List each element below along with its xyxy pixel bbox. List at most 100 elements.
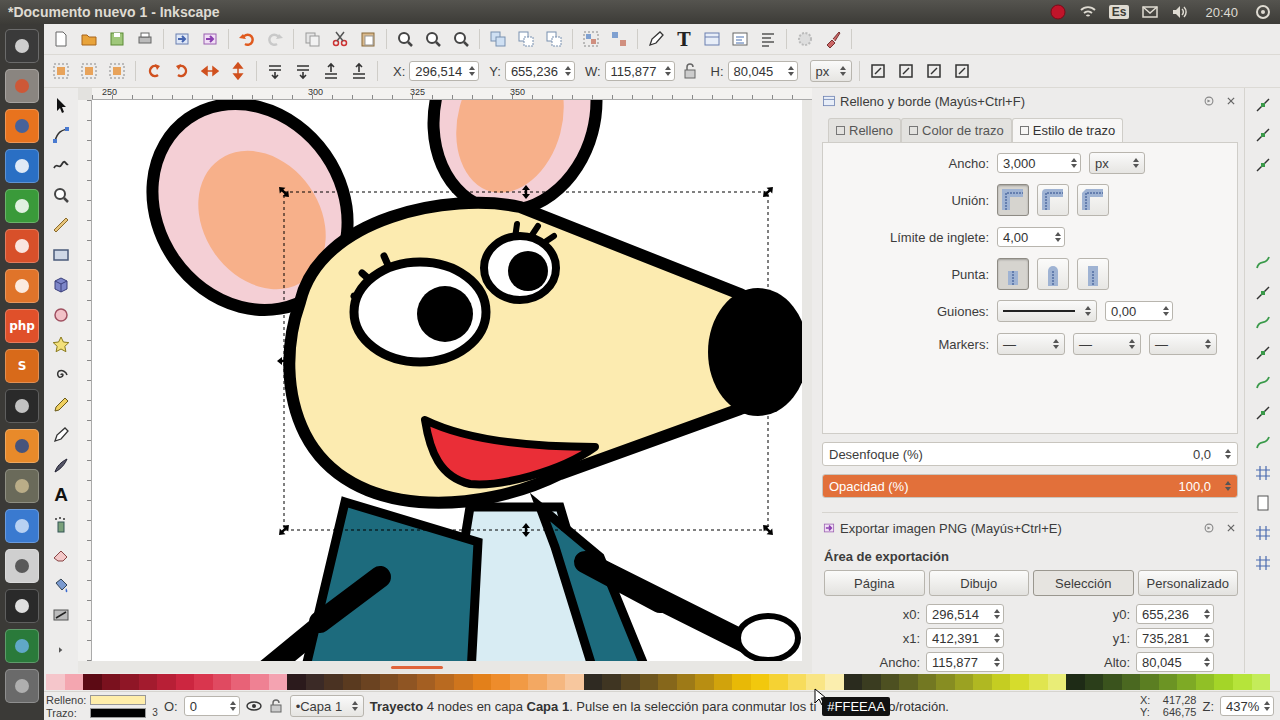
spin-up-icon[interactable] bbox=[665, 66, 671, 70]
color-swatch[interactable] bbox=[157, 674, 176, 690]
join-button[interactable] bbox=[1037, 184, 1069, 216]
spin-up-icon[interactable] bbox=[1204, 633, 1210, 637]
flipv-icon[interactable] bbox=[229, 62, 247, 80]
launcher-item[interactable] bbox=[0, 186, 44, 226]
dash-select[interactable] bbox=[997, 300, 1097, 322]
spin-up-icon[interactable] bbox=[1225, 449, 1231, 453]
zoom-icon[interactable] bbox=[396, 30, 414, 48]
snap-icon[interactable] bbox=[1254, 156, 1272, 174]
dup-icon[interactable] bbox=[489, 30, 507, 48]
marker-select[interactable]: — bbox=[997, 333, 1065, 355]
color-swatch[interactable] bbox=[250, 674, 269, 690]
export-coordinate-field[interactable]: 80,045 bbox=[1136, 652, 1214, 672]
spin-down-icon[interactable] bbox=[994, 663, 1000, 667]
color-swatch[interactable] bbox=[806, 674, 825, 690]
scale-icon[interactable] bbox=[925, 62, 943, 80]
panel-icon[interactable] bbox=[822, 94, 836, 108]
close-icon[interactable] bbox=[1224, 521, 1238, 535]
color-swatch[interactable] bbox=[547, 674, 566, 690]
color-swatch[interactable] bbox=[602, 674, 621, 690]
color-swatch[interactable] bbox=[732, 674, 751, 690]
opacity-slider[interactable]: Opacidad (%)100,0 bbox=[822, 474, 1238, 498]
cap-button[interactable] bbox=[1037, 258, 1069, 290]
scale-handle[interactable] bbox=[522, 185, 530, 199]
stroke-swatch[interactable] bbox=[90, 708, 146, 718]
color-swatch[interactable] bbox=[361, 674, 380, 690]
close-icon[interactable] bbox=[1224, 94, 1238, 108]
color-swatch[interactable] bbox=[269, 674, 288, 690]
number-field[interactable]: 115,877 bbox=[605, 61, 675, 81]
export-coordinate-field[interactable]: 655,236 bbox=[1136, 604, 1214, 624]
color-swatch[interactable] bbox=[1066, 674, 1085, 690]
scale-handle[interactable] bbox=[276, 522, 292, 538]
color-swatch[interactable] bbox=[398, 674, 417, 690]
gradient-icon[interactable] bbox=[52, 606, 70, 624]
stroke-width-field[interactable]: 3,000 bbox=[997, 153, 1081, 173]
color-swatch[interactable] bbox=[677, 674, 696, 690]
export-coordinate-field[interactable]: 115,877 bbox=[926, 652, 1004, 672]
star-icon[interactable] bbox=[52, 336, 70, 354]
color-swatch[interactable] bbox=[862, 674, 881, 690]
tab[interactable]: Relleno bbox=[828, 118, 901, 142]
color-swatch[interactable] bbox=[621, 674, 640, 690]
color-swatch[interactable] bbox=[936, 674, 955, 690]
color-swatch[interactable] bbox=[1140, 674, 1159, 690]
brush-icon[interactable] bbox=[824, 30, 842, 48]
launcher-item[interactable] bbox=[0, 586, 44, 626]
color-swatch[interactable] bbox=[454, 674, 473, 690]
spin-down-icon[interactable] bbox=[230, 707, 236, 711]
spin-down-icon[interactable] bbox=[994, 615, 1000, 619]
snapcurve-icon[interactable] bbox=[1254, 434, 1272, 452]
lock-icon[interactable] bbox=[268, 698, 284, 714]
export-icon[interactable] bbox=[201, 30, 219, 48]
cut-icon[interactable] bbox=[331, 30, 349, 48]
spin-down-icon[interactable] bbox=[469, 72, 475, 76]
pen-icon[interactable] bbox=[52, 426, 70, 444]
color-swatch[interactable] bbox=[435, 674, 454, 690]
zoom-icon[interactable] bbox=[452, 30, 470, 48]
dash-offset-field[interactable]: 0,00 bbox=[1105, 301, 1173, 321]
snapgrid-icon[interactable] bbox=[1254, 524, 1272, 542]
spiral-icon[interactable] bbox=[52, 366, 70, 384]
snap-icon[interactable] bbox=[1254, 126, 1272, 144]
color-swatch[interactable] bbox=[992, 674, 1011, 690]
ellipse-icon[interactable] bbox=[52, 306, 70, 324]
arrow-icon[interactable] bbox=[52, 96, 70, 114]
launcher-item[interactable] bbox=[0, 466, 44, 506]
color-swatch[interactable] bbox=[231, 674, 250, 690]
color-swatch[interactable] bbox=[102, 674, 121, 690]
snap-icon[interactable] bbox=[1254, 404, 1272, 422]
fill-swatch[interactable] bbox=[90, 695, 146, 705]
color-swatch[interactable] bbox=[1085, 674, 1104, 690]
color-swatch[interactable] bbox=[213, 674, 232, 690]
snapgrid-icon[interactable] bbox=[1254, 554, 1272, 572]
text-tool[interactable]: A bbox=[50, 484, 72, 506]
mouse-body[interactable] bbox=[240, 502, 798, 661]
spin-down-icon[interactable] bbox=[1264, 707, 1270, 711]
spin-up-icon[interactable] bbox=[1204, 609, 1210, 613]
cap-button[interactable] bbox=[997, 258, 1029, 290]
launcher-item[interactable]: php bbox=[0, 306, 44, 346]
raise-icon[interactable] bbox=[350, 62, 368, 80]
raise-icon[interactable] bbox=[322, 62, 340, 80]
scale-icon[interactable] bbox=[953, 62, 971, 80]
color-swatch[interactable] bbox=[1103, 674, 1122, 690]
unit-select[interactable]: px bbox=[810, 60, 852, 82]
clock[interactable]: 20:40 bbox=[1201, 5, 1242, 20]
bucket-icon[interactable] bbox=[52, 576, 70, 594]
color-swatch[interactable] bbox=[65, 674, 84, 690]
cube-icon[interactable] bbox=[52, 276, 70, 294]
color-swatch[interactable] bbox=[1233, 674, 1252, 690]
vertical-scrollbar[interactable] bbox=[802, 100, 812, 661]
color-swatch[interactable] bbox=[1159, 674, 1178, 690]
color-swatch[interactable] bbox=[287, 674, 306, 690]
export-coordinate-field[interactable]: 412,391 bbox=[926, 628, 1004, 648]
spin-down-icon[interactable] bbox=[1225, 455, 1231, 459]
ungroup-icon[interactable] bbox=[610, 30, 628, 48]
group-icon[interactable] bbox=[582, 30, 600, 48]
launcher-item[interactable] bbox=[0, 146, 44, 186]
tweak-icon[interactable] bbox=[52, 156, 70, 174]
color-swatch[interactable] bbox=[324, 674, 343, 690]
spin-down-icon[interactable] bbox=[1204, 615, 1210, 619]
color-swatch[interactable] bbox=[1196, 674, 1215, 690]
